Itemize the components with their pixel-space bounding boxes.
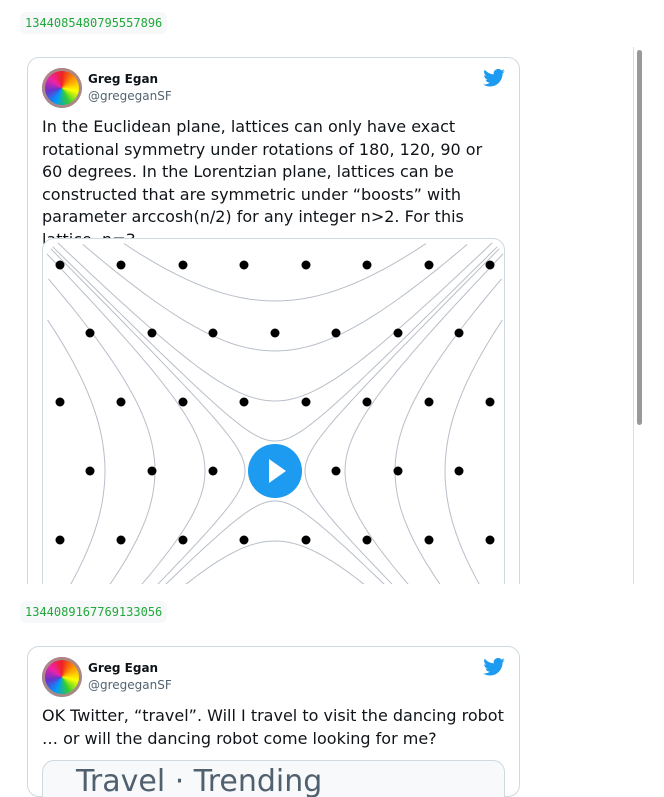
scrollbar-thumb[interactable] — [637, 50, 642, 425]
preview-title: Travel · Trending — [76, 764, 323, 797]
lattice-point — [454, 466, 464, 476]
lattice-point — [178, 535, 188, 545]
lattice-point — [178, 260, 188, 270]
avatar[interactable] — [42, 657, 82, 697]
lattice-point — [362, 260, 372, 270]
lattice-point — [393, 328, 403, 338]
lattice-point — [485, 260, 495, 270]
tweet-embed-frame: Greg Egan @gregeganSF In the Euclidean p… — [0, 47, 634, 584]
author-handle[interactable]: @gregeganSF — [88, 678, 172, 692]
tweet-id-label: 1344089167769133056 — [20, 601, 168, 623]
hyperbola-curve — [48, 278, 156, 584]
hyperbola-curve — [444, 319, 503, 584]
lattice-point — [301, 260, 311, 270]
lattice-point — [424, 397, 434, 407]
tweet-card[interactable]: Greg Egan @gregeganSF OK Twitter, “trave… — [27, 646, 520, 797]
lattice-image — [46, 242, 504, 584]
lattice-point — [393, 466, 403, 476]
lattice-point — [424, 535, 434, 545]
lattice-point — [362, 535, 372, 545]
hyperbola-curve — [46, 253, 206, 584]
author-name[interactable]: Greg Egan — [88, 661, 158, 675]
tweet-embed-frame: Greg Egan @gregeganSF OK Twitter, “trave… — [0, 636, 634, 797]
hyperbola-curve — [344, 253, 504, 584]
video-player[interactable] — [42, 238, 505, 584]
lattice-point — [208, 466, 218, 476]
lattice-point — [331, 466, 341, 476]
lattice-point — [454, 328, 464, 338]
tweet-text: OK Twitter, “travel”. Will I travel to v… — [42, 706, 504, 748]
lattice-point — [208, 328, 218, 338]
lattice-point — [239, 397, 249, 407]
hyperbola-curve — [50, 248, 246, 584]
hyperbola-curve — [304, 248, 500, 584]
lattice-point — [485, 535, 495, 545]
hyperbola-curve — [123, 243, 427, 302]
scrollbar[interactable] — [633, 47, 644, 584]
hyperbola-curve — [185, 540, 365, 584]
play-button[interactable] — [248, 444, 302, 498]
lattice-point — [85, 328, 95, 338]
lattice-point — [239, 535, 249, 545]
hyperbola-curve — [394, 278, 502, 584]
lattice-point — [116, 535, 126, 545]
lattice-point — [485, 397, 495, 407]
tweet-card[interactable]: Greg Egan @gregeganSF In the Euclidean p… — [27, 57, 520, 584]
lattice-point — [116, 397, 126, 407]
lattice-point — [55, 535, 65, 545]
link-preview[interactable]: Travel · Trending — [42, 760, 505, 797]
play-icon — [269, 459, 286, 483]
lattice-point — [331, 328, 341, 338]
hyperbola-curve — [165, 500, 385, 584]
lattice-point — [116, 260, 126, 270]
twitter-bird-icon[interactable] — [483, 658, 505, 676]
tweet-id-label: 1344085480795557896 — [20, 12, 168, 34]
author-handle[interactable]: @gregeganSF — [88, 89, 172, 103]
lattice-point — [55, 397, 65, 407]
avatar[interactable] — [42, 68, 82, 108]
lattice-point — [424, 260, 434, 270]
lattice-point — [301, 397, 311, 407]
lattice-point — [270, 328, 280, 338]
twitter-bird-icon[interactable] — [483, 69, 505, 87]
lattice-point — [362, 397, 372, 407]
lattice-point — [301, 535, 311, 545]
lattice-point — [85, 466, 95, 476]
lattice-point — [178, 397, 188, 407]
lattice-point — [147, 466, 157, 476]
tweet-text: In the Euclidean plane, lattices can onl… — [42, 117, 483, 249]
lattice-point — [55, 260, 65, 270]
author-name[interactable]: Greg Egan — [88, 72, 158, 86]
hyperbola-curve — [52, 246, 498, 442]
hyperbola-curve — [47, 319, 106, 584]
lattice-point — [239, 260, 249, 270]
lattice-point — [147, 328, 157, 338]
